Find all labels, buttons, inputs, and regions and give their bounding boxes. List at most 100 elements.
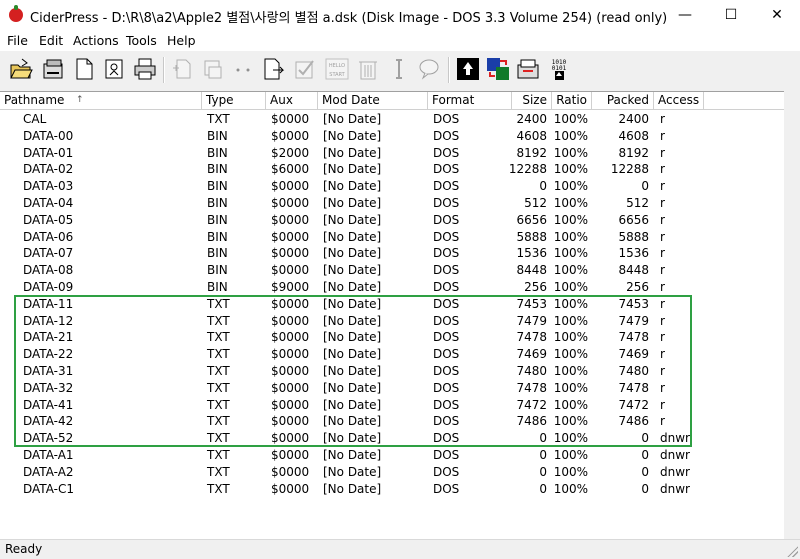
cell-packed: 7469 (618, 347, 649, 362)
close-icon: ✕ (771, 7, 783, 23)
cell-ratio: 100% (553, 229, 588, 244)
cell-packed: 5888 (618, 229, 649, 244)
cell-type: TXT (207, 330, 230, 345)
table-row[interactable]: DATA-02 BIN $6000 [No Date] DOS 12288 100% 1228… (0, 161, 784, 178)
column-header-aux[interactable]: Aux (266, 92, 318, 109)
table-row[interactable]: DATA-04 BIN $0000 [No Date] DOS 512 100% 512 r (0, 195, 784, 212)
cell-packed: 7478 (618, 380, 649, 395)
column-header-size[interactable]: Size (512, 92, 552, 109)
cell-pathname: DATA-22 (23, 347, 74, 362)
column-header-packed[interactable]: Packed (592, 92, 654, 109)
sort-ascending-icon: ↑ (76, 95, 84, 105)
cell-packed: 256 (626, 280, 649, 294)
cell-access: r (660, 364, 665, 378)
table-row[interactable]: DATA-00 BIN $0000 [No Date] DOS 4608 100% 4608 r (0, 128, 784, 145)
delete-icon[interactable] (355, 56, 381, 82)
table-row[interactable]: DATA-09 BIN $9000 [No Date] DOS 256 100% 256 r (0, 279, 784, 296)
table-row[interactable]: DATA-31 TXT $0000 [No Date] DOS 7480 100% 7480 r (0, 363, 784, 380)
rename-icon[interactable] (386, 56, 412, 82)
file-list[interactable]: Pathname ↑ Type Aux Mod Date Format Size… (0, 91, 784, 540)
cell-packed: 0 (641, 179, 649, 194)
table-row[interactable]: DATA-08 BIN $0000 [No Date] DOS 8448 100% 8448 r (0, 262, 784, 279)
column-header-pathname[interactable]: Pathname ↑ (0, 92, 202, 109)
menu-tools[interactable]: Tools (126, 33, 157, 48)
table-row[interactable]: DATA-07 BIN $0000 [No Date] DOS 1536 100% 1536 r (0, 245, 784, 262)
test-icon[interactable] (292, 56, 318, 82)
column-header-row: Pathname ↑ Type Aux Mod Date Format Size… (0, 92, 784, 110)
new-archive-icon[interactable] (71, 56, 97, 82)
table-row[interactable]: DATA-42 TXT $0000 [No Date] DOS 7486 100% 7486 r (0, 413, 784, 430)
cell-access: r (660, 196, 665, 210)
cell-access: r (660, 347, 665, 362)
menu-edit[interactable]: Edit (39, 33, 63, 48)
table-row[interactable]: DATA-52 TXT $0000 [No Date] DOS 0 100% 0 dnwr (0, 430, 784, 447)
cell-aux: $0000 (271, 296, 310, 311)
column-header-format[interactable]: Format (428, 92, 512, 109)
cell-aux: $0000 (271, 196, 310, 210)
merge-icon[interactable] (515, 56, 541, 82)
cell-type: BIN (207, 179, 228, 194)
cell-access: r (660, 246, 665, 261)
table-row[interactable]: CAL TXT $0000 [No Date] DOS 2400 100% 2400 r (0, 111, 784, 128)
menu-file[interactable]: File (7, 33, 28, 48)
volume-copier-icon[interactable] (485, 56, 511, 82)
run-icon[interactable]: HELLO START (324, 56, 350, 82)
cell-packed: 0 (641, 481, 649, 496)
cell-mod-date: [No Date] (323, 179, 382, 194)
binary-viewer-icon[interactable]: 1010 0101 (546, 56, 572, 82)
table-row[interactable]: DATA-06 BIN $0000 [No Date] DOS 5888 100% 5888 r (0, 229, 784, 246)
add-files-icon[interactable] (170, 56, 196, 82)
cell-aux: $0000 (271, 263, 310, 278)
table-row[interactable]: DATA-11 TXT $0000 [No Date] DOS 7453 100% 7453 r (0, 296, 784, 313)
disk-image-converter-icon[interactable] (455, 56, 481, 82)
cell-mod-date: [No Date] (323, 397, 382, 412)
extract-icon[interactable] (261, 56, 287, 82)
cell-size: 512 (524, 196, 547, 210)
maximize-button[interactable]: ☐ (708, 0, 754, 31)
comment-icon[interactable] (416, 56, 442, 82)
cell-size: 6656 (516, 212, 547, 227)
cell-type: TXT (207, 414, 230, 429)
create-subdirectory-icon[interactable] (230, 56, 256, 82)
cell-format: DOS (433, 481, 460, 496)
add-disk-icon[interactable] (200, 56, 226, 82)
archive-info-icon[interactable] (101, 56, 127, 82)
menu-actions[interactable]: Actions (73, 33, 119, 48)
table-row[interactable]: DATA-32 TXT $0000 [No Date] DOS 7478 100% 7478 r (0, 380, 784, 397)
cell-mod-date: [No Date] (323, 229, 382, 244)
cell-format: DOS (433, 313, 460, 328)
resize-grip-icon[interactable] (786, 545, 798, 557)
app-icon (9, 5, 23, 22)
table-row[interactable]: DATA-C1 TXT $0000 [No Date] DOS 0 100% 0 dnwr (0, 481, 784, 498)
cell-pathname: DATA-32 (23, 380, 74, 395)
print-icon[interactable] (132, 56, 158, 82)
cell-packed: 7478 (618, 330, 649, 345)
cell-ratio: 100% (553, 179, 588, 194)
close-button[interactable]: ✕ (754, 0, 800, 31)
svg-text:0101: 0101 (552, 65, 567, 72)
cell-packed: 8448 (618, 263, 649, 278)
table-row[interactable]: DATA-03 BIN $0000 [No Date] DOS 0 100% 0 r (0, 178, 784, 195)
table-row[interactable]: DATA-21 TXT $0000 [No Date] DOS 7478 100% 7478 r (0, 329, 784, 346)
table-row[interactable]: DATA-12 TXT $0000 [No Date] DOS 7479 100% 7479 r (0, 313, 784, 330)
open-archive-icon[interactable] (8, 56, 34, 82)
table-row[interactable]: DATA-01 BIN $2000 [No Date] DOS 8192 100% 8192 r (0, 145, 784, 162)
vertical-scrollbar[interactable] (784, 91, 800, 539)
column-header-ratio[interactable]: Ratio (552, 92, 592, 109)
table-row[interactable]: DATA-22 TXT $0000 [No Date] DOS 7469 100% 7469 r (0, 346, 784, 363)
column-header-mod-date[interactable]: Mod Date (318, 92, 428, 109)
column-header-access[interactable]: Access (654, 92, 704, 109)
open-volume-icon[interactable] (40, 56, 66, 82)
cell-access: r (660, 179, 665, 194)
cell-pathname: DATA-00 (23, 128, 74, 143)
minimize-button[interactable]: — (662, 0, 708, 31)
column-header-type[interactable]: Type (202, 92, 266, 109)
cell-mod-date: [No Date] (323, 145, 382, 160)
menu-help[interactable]: Help (167, 33, 196, 48)
table-row[interactable]: DATA-A2 TXT $0000 [No Date] DOS 0 100% 0 dnwr (0, 464, 784, 481)
table-row[interactable]: DATA-05 BIN $0000 [No Date] DOS 6656 100% 6656 r (0, 212, 784, 229)
table-row[interactable]: DATA-A1 TXT $0000 [No Date] DOS 0 100% 0 dnwr (0, 447, 784, 464)
cell-aux: $9000 (271, 280, 310, 294)
table-row[interactable]: DATA-41 TXT $0000 [No Date] DOS 7472 100% 7472 r (0, 397, 784, 414)
cell-packed: 2400 (618, 112, 649, 126)
